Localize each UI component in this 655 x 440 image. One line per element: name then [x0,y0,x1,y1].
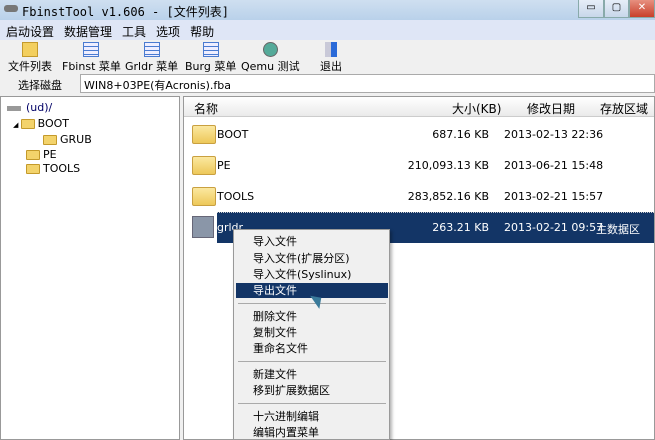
menu-help[interactable]: 帮助 [184,20,218,40]
column-name[interactable]: 名称 [194,100,218,117]
minimize-button[interactable]: ▭ [578,0,604,18]
folder-icon [192,156,216,175]
menu-options[interactable]: 选项 [150,20,184,40]
menu-rename-file[interactable]: 重命名文件 [236,341,388,356]
title-bar: FbinstTool v1.606 - [文件列表] ▭ ▢ ✕ [0,0,655,20]
window-title: FbinstTool v1.606 - [文件列表] [22,5,229,19]
folder-icon [26,150,40,160]
folder-tree: (ud)/ ◢ BOOT GRUB PE TOOLS [0,96,180,440]
menu-bar: 启动设置 数据管理 工具 选项 帮助 [0,20,655,40]
folder-icon [22,42,38,57]
folder-icon [192,125,216,144]
list-header: 名称 大小(KB) 修改日期 存放区域 [184,97,654,117]
folder-icon [20,119,35,129]
tree-item-pe[interactable]: PE [26,148,57,161]
drive-icon [7,105,21,111]
exit-icon [325,42,337,57]
folder-icon [43,135,57,145]
document-icon [83,42,100,57]
file-row[interactable]: PE 210,093.13 KB 2013-06-21 15:48 [184,150,654,181]
toolbar: 文件列表 Fbinst 菜单 Grldr 菜单 Burg 菜单 Qemu 测试 … [0,40,655,73]
document-icon [202,42,219,57]
menu-data-manage[interactable]: 数据管理 [58,20,116,40]
maximize-button[interactable]: ▢ [604,0,629,18]
file-list-button[interactable]: 文件列表 [8,42,52,74]
menu-import-extended[interactable]: 导入文件(扩展分区) [236,251,388,266]
qemu-test-button[interactable]: Qemu 测试 [241,42,300,74]
fbinst-menu-button[interactable]: Fbinst 菜单 [62,42,121,74]
tree-root[interactable]: (ud)/ [7,101,52,114]
exit-button[interactable]: 退出 [320,42,342,74]
file-row[interactable]: BOOT 687.16 KB 2013-02-13 22:36 [184,119,654,150]
grldr-menu-button[interactable]: Grldr 菜单 [125,42,178,74]
column-date[interactable]: 修改日期 [527,100,575,117]
tree-item-tools[interactable]: TOOLS [26,162,80,175]
menu-boot-settings[interactable]: 启动设置 [0,20,58,40]
menu-edit-builtin-menu[interactable]: 编辑内置菜单 [236,425,388,440]
context-menu: 导入文件 导入文件(扩展分区) 导入文件(Syslinux) 导出文件 删除文件… [233,229,390,440]
menu-hex-edit[interactable]: 十六进制编辑 [236,409,388,424]
file-grid-icon [192,216,214,238]
menu-new-file[interactable]: 新建文件 [236,367,388,382]
folder-icon [192,187,216,206]
menu-move-extended[interactable]: 移到扩展数据区 [236,383,388,398]
menu-copy-file[interactable]: 复制文件 [236,325,388,340]
app-icon [4,5,18,12]
collapse-icon[interactable]: ◢ [13,121,21,129]
document-icon [143,42,160,57]
file-row[interactable]: TOOLS 283,852.16 KB 2013-02-21 15:57 [184,181,654,212]
column-size[interactable]: 大小(KB) [452,100,501,117]
menu-tools[interactable]: 工具 [116,20,150,40]
column-area[interactable]: 存放区域 [600,100,648,117]
menu-import-syslinux[interactable]: 导入文件(Syslinux) [236,267,388,282]
tree-item-boot[interactable]: ◢ BOOT [13,117,69,130]
menu-delete-file[interactable]: 删除文件 [236,309,388,324]
disk-select[interactable]: WIN8+03PE(有Acronis).fba [80,74,655,93]
disk-selector-row: 选择磁盘 WIN8+03PE(有Acronis).fba [0,73,655,94]
qemu-icon [262,42,278,57]
burg-menu-button[interactable]: Burg 菜单 [185,42,236,74]
folder-icon [26,164,40,174]
menu-import-file[interactable]: 导入文件 [236,234,388,249]
tree-item-grub[interactable]: GRUB [43,133,92,146]
close-button[interactable]: ✕ [629,0,655,18]
select-disk-label: 选择磁盘 [18,79,62,92]
